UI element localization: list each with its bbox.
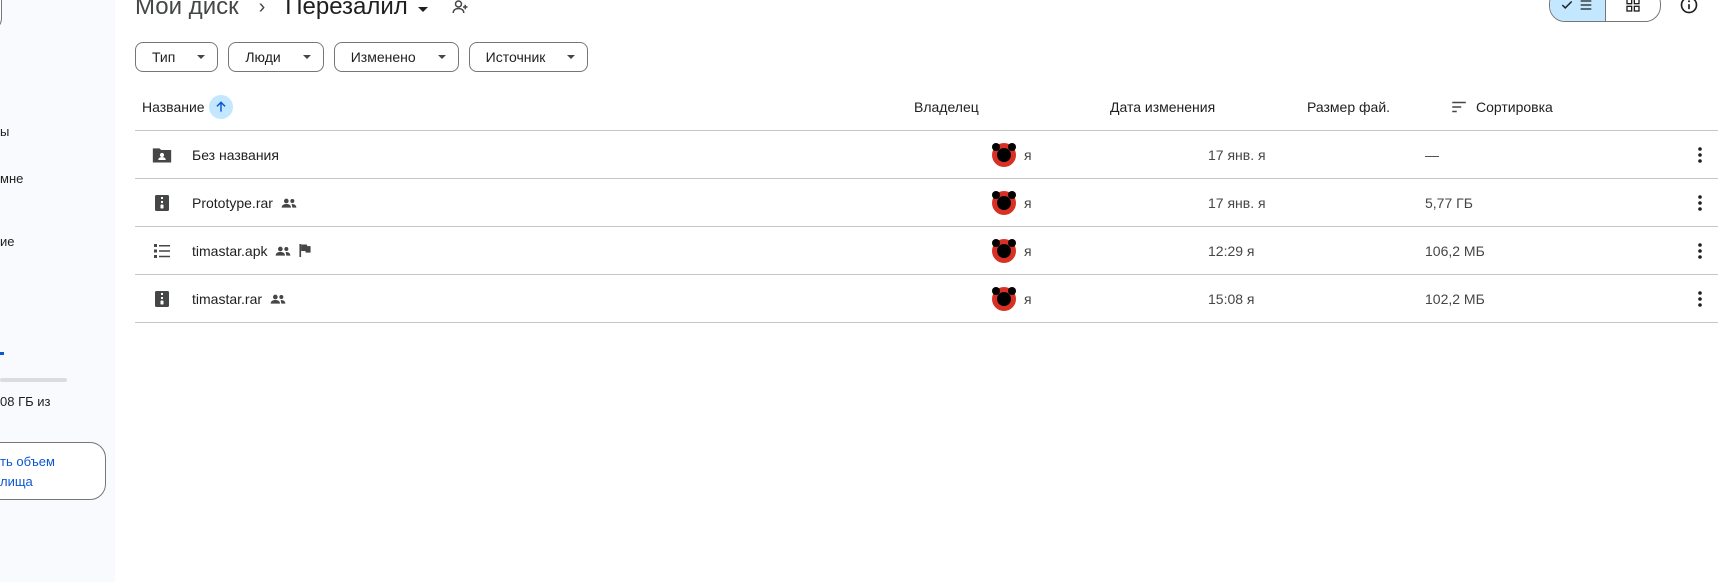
file-name-text: Без названия: [192, 146, 279, 163]
avatar: [992, 286, 1016, 311]
file-name[interactable]: Без названия: [192, 131, 279, 178]
modified-date: 12:29 я: [1208, 242, 1255, 259]
filter-chips: Тип Люди Изменено Источник: [135, 42, 589, 72]
storage-button-line: лища: [0, 474, 33, 489]
new-button[interactable]: [0, 0, 2, 32]
owner-name: я: [1024, 146, 1032, 163]
shared-people-icon: [270, 293, 286, 305]
file-size: 102,2 МБ: [1425, 290, 1485, 307]
table-row[interactable]: Без названия я 17 янв. я —: [135, 131, 1718, 179]
owner-name: я: [1024, 194, 1032, 211]
list-view-button[interactable]: [1550, 0, 1606, 21]
grid-view-button[interactable]: [1606, 0, 1661, 21]
chevron-down-icon: [197, 55, 206, 59]
table-header: Название Владелец Дата изменения Размер …: [135, 84, 1718, 131]
sidebar-item-label[interactable]: мне: [0, 171, 23, 186]
file-name[interactable]: timastar.rar: [192, 275, 286, 322]
avatar: [992, 190, 1016, 215]
archive-icon: [152, 193, 172, 213]
avatar: [992, 238, 1016, 263]
file-name[interactable]: timastar.apk: [192, 227, 312, 274]
header-name[interactable]: Название: [142, 84, 233, 130]
chevron-down-icon: [437, 55, 446, 59]
shared-folder-icon: [152, 145, 172, 165]
more-vert-icon[interactable]: [1690, 241, 1710, 261]
table-row[interactable]: timastar.apk я 12:29 я 106,2 МБ: [135, 227, 1718, 275]
check-icon: [1562, 0, 1573, 9]
sidebar-item-label[interactable]: ие: [0, 234, 15, 249]
apk-list-icon: [152, 241, 172, 261]
file-size: 106,2 МБ: [1425, 242, 1485, 259]
chip-label: Люди: [245, 49, 281, 65]
header-name-label: Название: [142, 99, 205, 115]
filter-source-chip[interactable]: Источник: [468, 42, 589, 72]
modified-date: 17 янв. я: [1208, 146, 1266, 163]
share-person-icon[interactable]: [450, 0, 470, 17]
more-vert-icon[interactable]: [1690, 193, 1710, 213]
more-vert-icon[interactable]: [1690, 145, 1710, 165]
sidebar: ы мне ие 08 ГБ из ть объем лища: [0, 0, 115, 582]
view-toggle: [1549, 0, 1661, 22]
sort-button[interactable]: Сортировка: [1450, 84, 1553, 130]
storage-usage-text: 08 ГБ из: [0, 394, 51, 409]
grid-icon: [1626, 0, 1640, 12]
storage-progress-bar: [0, 378, 67, 382]
owner-name: я: [1024, 290, 1032, 307]
owner-cell: я: [992, 131, 1032, 178]
file-size: 5,77 ГБ: [1425, 194, 1473, 211]
file-name-text: timastar.rar: [192, 290, 263, 307]
breadcrumb-separator: ›: [258, 0, 266, 18]
chip-label: Тип: [152, 49, 176, 65]
sidebar-item-label[interactable]: ы: [0, 124, 9, 139]
arrow-up-icon[interactable]: [208, 95, 233, 119]
header-owner[interactable]: Владелец: [914, 84, 979, 130]
owner-cell: я: [992, 275, 1032, 322]
shared-people-icon: [275, 245, 291, 257]
get-more-storage-label: ть объем лища: [0, 452, 100, 492]
avatar: [992, 142, 1016, 167]
table-row[interactable]: timastar.rar я 15:08 я 102,2 МБ: [135, 275, 1718, 323]
filter-people-chip[interactable]: Люди: [228, 42, 324, 72]
header-size[interactable]: Размер фай.: [1307, 84, 1390, 130]
storage-button-line: ть объем: [0, 454, 55, 469]
chevron-down-icon: [302, 55, 311, 59]
file-name[interactable]: Prototype.rar: [192, 179, 297, 226]
list-icon: [1580, 0, 1592, 10]
more-vert-icon[interactable]: [1690, 289, 1710, 309]
sort-icon: [1452, 101, 1466, 113]
chip-label: Источник: [485, 49, 546, 65]
owner-name: я: [1024, 242, 1032, 259]
flag-icon: [299, 244, 312, 257]
shared-people-icon: [281, 197, 297, 209]
archive-icon: [152, 289, 172, 309]
breadcrumb: Мой диск › Перезалил: [135, 0, 470, 22]
filter-type-chip[interactable]: Тип: [135, 42, 219, 72]
filter-modified-chip[interactable]: Изменено: [333, 42, 459, 72]
file-size: —: [1425, 146, 1439, 163]
sidebar-accent: [0, 352, 4, 355]
chevron-down-icon: [567, 55, 576, 59]
header-modified[interactable]: Дата изменения: [1110, 84, 1215, 130]
file-table: Название Владелец Дата изменения Размер …: [135, 84, 1718, 323]
file-name-text: timastar.apk: [192, 242, 268, 259]
chevron-down-icon[interactable]: [417, 6, 428, 12]
table-row[interactable]: Prototype.rar я 17 янв. я 5,77 ГБ: [135, 179, 1718, 227]
modified-date: 17 янв. я: [1208, 194, 1266, 211]
main-content: Мой диск › Перезалил Тип Люди Изменено И…: [115, 0, 1718, 582]
owner-cell: я: [992, 179, 1032, 226]
breadcrumb-root[interactable]: Мой диск: [135, 0, 239, 21]
owner-cell: я: [992, 227, 1032, 274]
file-name-text: Prototype.rar: [192, 194, 273, 211]
info-icon[interactable]: [1678, 0, 1700, 16]
breadcrumb-current-folder[interactable]: Перезалил: [285, 0, 408, 21]
modified-date: 15:08 я: [1208, 290, 1255, 307]
chip-label: Изменено: [350, 49, 416, 65]
sort-label: Сортировка: [1476, 99, 1553, 115]
